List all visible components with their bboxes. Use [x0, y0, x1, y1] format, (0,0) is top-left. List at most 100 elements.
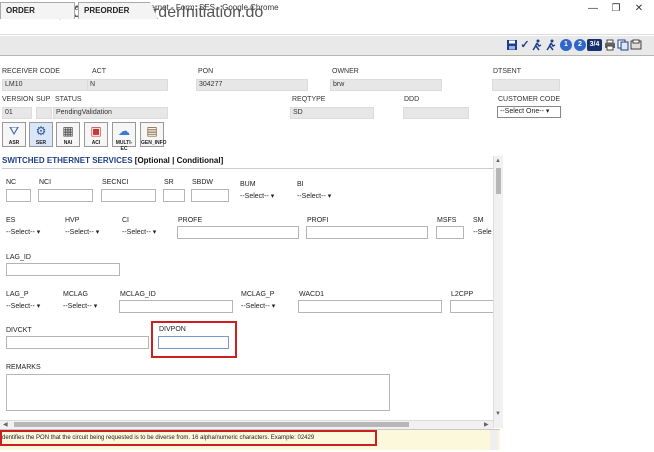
- tab-preorder[interactable]: PREORDER: [78, 2, 158, 19]
- asr-icon[interactable]: ⛛ ASR: [2, 122, 26, 147]
- mclag-p-select[interactable]: --Select-- ▾: [241, 301, 275, 312]
- ser-icon[interactable]: ⚙ SER: [29, 122, 53, 147]
- version-field[interactable]: 01: [2, 107, 32, 119]
- secnci-label: SECNCI: [102, 179, 129, 186]
- bum-select[interactable]: --Select-- ▾: [240, 191, 274, 202]
- nc-label: NC: [6, 179, 17, 186]
- nci-label: NCI: [39, 179, 52, 186]
- section-title: SWITCHED ETHERNET SERVICES [Optional | C…: [2, 156, 493, 169]
- save-icon[interactable]: [506, 39, 518, 51]
- scroll-up-icon[interactable]: ▲: [495, 158, 501, 164]
- customer-code-select[interactable]: --Select One-- ▾: [497, 106, 561, 118]
- remarks-textarea[interactable]: [6, 374, 390, 411]
- es-label: ES: [6, 217, 16, 224]
- nci-input[interactable]: [38, 189, 93, 202]
- mclag-p-label: MCLAG_P: [241, 291, 275, 298]
- msfs-label: MSFS: [437, 217, 457, 224]
- bi-label: BI: [297, 181, 304, 188]
- horizontal-scroll-thumb[interactable]: [14, 422, 409, 427]
- l2cpp-input[interactable]: [450, 300, 493, 313]
- lag-p-label: LAG_P: [6, 291, 29, 298]
- remarks-label: REMARKS: [6, 364, 41, 371]
- page-1-icon[interactable]: 1: [560, 39, 572, 51]
- owner-field[interactable]: brw: [330, 79, 442, 91]
- sr-input[interactable]: [163, 189, 185, 202]
- es-select[interactable]: --Select-- ▾: [6, 227, 40, 238]
- sbdw-input[interactable]: [191, 189, 229, 202]
- scroll-right-icon[interactable]: ▶: [484, 421, 489, 428]
- section-subtitle: [Optional | Conditional]: [134, 156, 224, 165]
- wacd1-input[interactable]: [298, 300, 442, 313]
- reqtype-field[interactable]: SD: [290, 107, 374, 119]
- ci-label: CI: [122, 217, 129, 224]
- multi-ec-icon[interactable]: ☁ MULTI-EC: [112, 122, 136, 152]
- sr-label: SR: [164, 179, 174, 186]
- print-preview-icon[interactable]: [630, 39, 642, 51]
- mclag-id-label: MCLAG_ID: [120, 291, 156, 298]
- scroll-left-icon[interactable]: ◀: [3, 421, 8, 428]
- status-field[interactable]: PendingValidation: [53, 107, 168, 119]
- ddd-field[interactable]: [403, 107, 469, 119]
- sup-field[interactable]: [36, 107, 52, 119]
- act-label: ACT: [92, 68, 106, 75]
- scroll-down-icon[interactable]: ▼: [495, 411, 501, 417]
- nai-icon[interactable]: ▦ NAI: [56, 122, 80, 147]
- sbdw-label: SBDW: [192, 179, 213, 186]
- vertical-scrollbar[interactable]: [493, 156, 503, 428]
- print-icon[interactable]: [604, 39, 616, 51]
- run-icon[interactable]: [545, 39, 557, 51]
- restore-button[interactable]: ❐: [607, 1, 625, 16]
- mclag-label: MCLAG: [63, 291, 88, 298]
- divpon-label: DIVPON: [159, 326, 186, 333]
- divckt-label: DIVCKT: [6, 327, 32, 334]
- hvp-select[interactable]: --Select-- ▾: [65, 227, 99, 238]
- page-badge[interactable]: 3/4: [587, 39, 602, 51]
- customer-code-label: CUSTOMER CODE: [498, 96, 561, 103]
- sm-label: SM: [473, 217, 484, 224]
- help-status-text: dentifies the PON that the circuit being…: [2, 435, 315, 441]
- ci-select[interactable]: --Select-- ▾: [122, 227, 156, 238]
- dtsent-field[interactable]: [492, 79, 560, 91]
- mclag-select[interactable]: --Select-- ▾: [63, 301, 97, 312]
- hvp-label: HVP: [65, 217, 80, 224]
- tab-order[interactable]: ORDER: [0, 2, 75, 19]
- nc-input[interactable]: [6, 189, 31, 202]
- gen-info-icon[interactable]: ▤ GEN_INFO: [140, 122, 167, 147]
- divpon-input[interactable]: [158, 336, 229, 349]
- copy-icon[interactable]: [617, 39, 629, 51]
- page-2-icon[interactable]: 2: [574, 39, 586, 51]
- owner-label: OWNER: [332, 68, 359, 75]
- close-button[interactable]: ✕: [630, 1, 648, 16]
- aci-icon[interactable]: ▣ ACI: [84, 122, 108, 147]
- receiver-code-label: RECEIVER CODE: [2, 68, 60, 75]
- sup-label: SUP: [36, 96, 51, 103]
- mclag-id-input[interactable]: [119, 300, 233, 313]
- l2cpp-label: L2CPP: [451, 291, 474, 298]
- profi-input[interactable]: [306, 226, 428, 239]
- lag-id-label: LAG_ID: [6, 254, 31, 261]
- profe-input[interactable]: [177, 226, 299, 239]
- secnci-input[interactable]: [101, 189, 156, 202]
- section-title-text: SWITCHED ETHERNET SERVICES: [2, 156, 133, 165]
- wacd1-label: WACD1: [299, 291, 325, 298]
- divckt-input[interactable]: [6, 336, 149, 349]
- run-icon[interactable]: [531, 39, 543, 51]
- lag-id-input[interactable]: [6, 263, 120, 276]
- msfs-input[interactable]: [436, 226, 464, 239]
- sm-select[interactable]: --Sele: [473, 227, 493, 238]
- reqtype-label: REQTYPE: [292, 96, 326, 103]
- pon-field[interactable]: 304277: [196, 79, 308, 91]
- version-label: VERSION: [2, 96, 34, 103]
- profi-label: PROFI: [307, 217, 329, 224]
- minimize-button[interactable]: —: [584, 1, 602, 16]
- validate-check-icon[interactable]: ✓: [519, 39, 531, 51]
- pon-label: PON: [198, 68, 214, 75]
- act-field[interactable]: N: [87, 79, 168, 91]
- bi-select[interactable]: --Select-- ▾: [297, 191, 331, 202]
- vertical-scroll-thumb[interactable]: [496, 168, 501, 194]
- receiver-code-field[interactable]: LM10: [2, 79, 90, 91]
- status-scrollbar[interactable]: [490, 430, 498, 450]
- dtsent-label: DTSENT: [493, 68, 521, 75]
- lag-p-select[interactable]: --Select-- ▾: [6, 301, 40, 312]
- bum-label: BUM: [240, 181, 256, 188]
